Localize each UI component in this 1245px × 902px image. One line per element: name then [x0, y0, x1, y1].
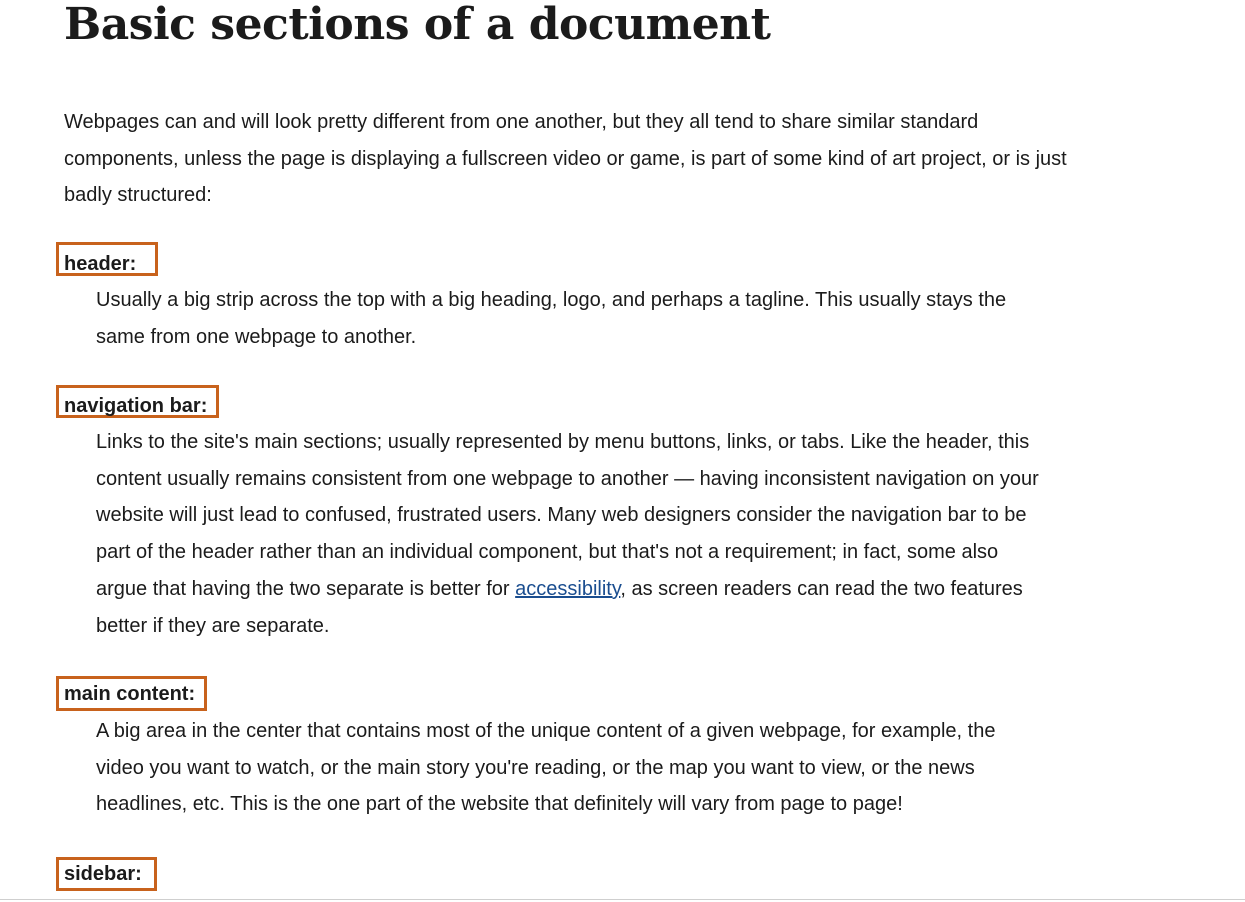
bottom-divider: [0, 899, 1245, 900]
main-content-term: main content:: [64, 683, 196, 705]
header-description: Usually a big strip across the top with …: [96, 289, 1007, 348]
navigation-bar-description-text: Links to the site's main sections; usual…: [96, 431, 1039, 600]
navigation-bar-description: Links to the site's main sections; usual…: [96, 424, 1041, 644]
main-content-description: A big area in the center that contains m…: [96, 720, 996, 816]
intro-paragraph: Webpages can and will look pretty differ…: [64, 111, 1067, 207]
accessibility-link[interactable]: accessibility: [515, 578, 620, 600]
header-term: header:: [64, 253, 137, 275]
navigation-bar-term: navigation bar:: [64, 395, 208, 417]
page-title: Basic sections of a document: [64, 0, 771, 50]
sidebar-term: sidebar:: [64, 863, 142, 885]
